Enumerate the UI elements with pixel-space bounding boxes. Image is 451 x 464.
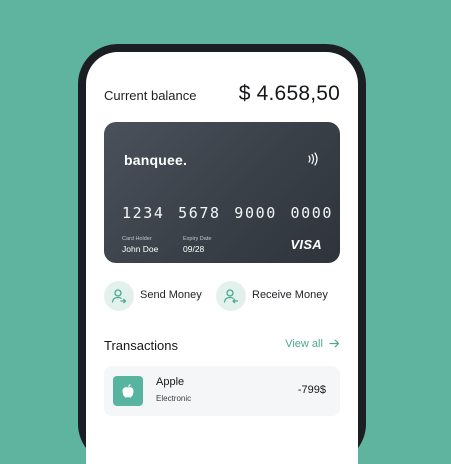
contactless-icon xyxy=(308,152,318,166)
visa-logo: VISA xyxy=(290,237,322,252)
view-all-label: View all xyxy=(285,338,323,350)
app-screen: Current balance $ 4.658,50 banquee. 1234… xyxy=(86,52,358,464)
view-all-link[interactable]: View all xyxy=(285,338,340,350)
card-holder-caption: Card Holder xyxy=(122,236,152,242)
card-number: 1234 5678 9000 0000 xyxy=(122,204,333,222)
balance-label: Current balance xyxy=(104,88,197,103)
bank-card[interactable]: banquee. 1234 5678 9000 0000 Card Holder… xyxy=(104,122,340,263)
receive-money-label: Receive Money xyxy=(252,289,328,301)
expiry-date: 09/28 xyxy=(183,244,205,254)
receive-money-button[interactable]: Receive Money xyxy=(216,281,336,313)
balance-amount: $ 4.658,50 xyxy=(238,82,340,105)
send-money-label: Send Money xyxy=(140,289,202,301)
card-brand-logo: banquee. xyxy=(124,152,188,168)
expiry-caption: Expiry Date xyxy=(183,236,212,242)
phone-frame: Current balance $ 4.658,50 banquee. 1234… xyxy=(78,44,366,464)
arrow-right-icon xyxy=(329,339,340,348)
transaction-amount: -799$ xyxy=(297,384,326,396)
send-user-icon xyxy=(104,281,134,311)
transactions-heading: Transactions xyxy=(104,338,178,353)
card-holder-name: John Doe xyxy=(122,244,159,254)
transaction-merchant: Apple xyxy=(156,376,185,388)
balance-header: Current balance $ 4.658,50 xyxy=(104,80,340,110)
receive-user-icon xyxy=(216,281,246,311)
send-money-button[interactable]: Send Money xyxy=(104,281,214,313)
transaction-category: Electronic xyxy=(156,394,192,403)
transaction-row[interactable]: Apple Electronic -799$ xyxy=(104,366,340,416)
apple-icon xyxy=(113,376,143,406)
